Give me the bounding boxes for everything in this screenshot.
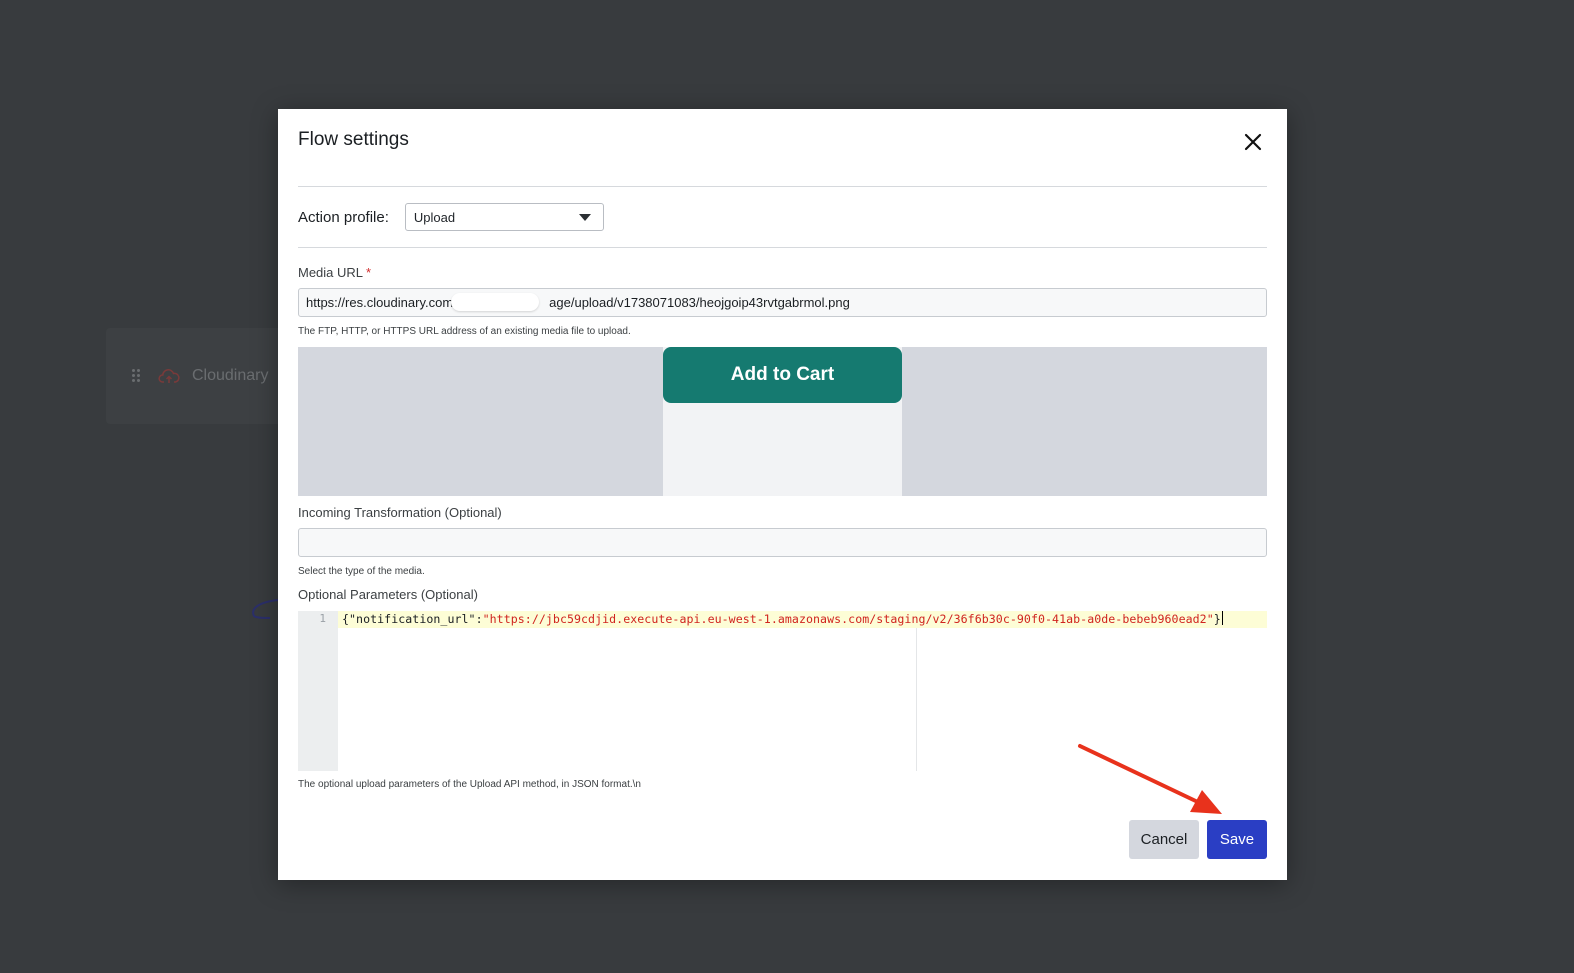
incoming-transformation-label: Incoming Transformation (Optional): [298, 505, 502, 520]
optional-parameters-help: The optional upload parameters of the Up…: [298, 779, 641, 790]
modal-title: Flow settings: [298, 129, 409, 150]
action-profile-label: Action profile:: [298, 208, 389, 226]
action-profile-row: Action profile: Upload: [298, 203, 604, 231]
close-button[interactable]: [1240, 129, 1266, 155]
canvas-node-label: Cloudinary: [192, 367, 269, 384]
code-close-brace: }: [1213, 612, 1221, 626]
media-url-suffix: age/upload/v1738071083/heojgoip43rvtgabr…: [549, 295, 850, 310]
preview-image: Add to Cart: [663, 347, 902, 496]
line-number: 1: [319, 612, 326, 625]
code-value: "https://jbc59cdjid.execute-api.eu-west-…: [482, 612, 1214, 626]
editor-gutter: 1: [298, 611, 338, 771]
media-preview: Add to Cart: [298, 347, 1267, 496]
drag-handle-icon: [132, 369, 142, 383]
code-open-brace: {: [342, 612, 350, 626]
media-url-help: The FTP, HTTP, or HTTPS URL address of a…: [298, 326, 631, 337]
code-line[interactable]: {"notification_url":"https://jbc59cdjid.…: [338, 611, 1267, 628]
action-profile-select[interactable]: Upload: [404, 203, 604, 231]
required-mark: *: [366, 265, 372, 280]
canvas-connector: [252, 599, 279, 619]
media-url-label-text: Media URL: [298, 265, 364, 280]
preview-add-to-cart: Add to Cart: [663, 347, 902, 403]
profile-divider: [298, 247, 1267, 248]
save-button[interactable]: Save: [1207, 820, 1267, 859]
canvas-node-cloudinary: Cloudinary: [106, 328, 306, 424]
incoming-transformation-input[interactable]: [298, 528, 1267, 557]
code-key: "notification_url": [349, 612, 476, 626]
media-url-input[interactable]: https://res.cloudinary.com age/upload/v17…: [298, 288, 1267, 317]
media-url-label: Media URL *: [298, 265, 371, 280]
close-icon: [1244, 133, 1262, 151]
optional-parameters-label: Optional Parameters (Optional): [298, 587, 478, 602]
code-colon: :: [475, 612, 483, 626]
media-url-prefix: https://res.cloudinary.com: [306, 295, 454, 310]
print-margin: [916, 628, 917, 771]
text-cursor: [1221, 611, 1223, 625]
header-divider: [298, 186, 1267, 187]
redaction-mask: [451, 293, 539, 311]
chevron-down-icon: [578, 213, 591, 221]
cloud-upload-icon: [158, 369, 180, 383]
cancel-button[interactable]: Cancel: [1129, 820, 1199, 859]
action-profile-value: Upload: [413, 209, 456, 225]
incoming-transformation-help: Select the type of the media.: [298, 566, 425, 577]
annotation-arrow-icon: [1078, 744, 1222, 814]
